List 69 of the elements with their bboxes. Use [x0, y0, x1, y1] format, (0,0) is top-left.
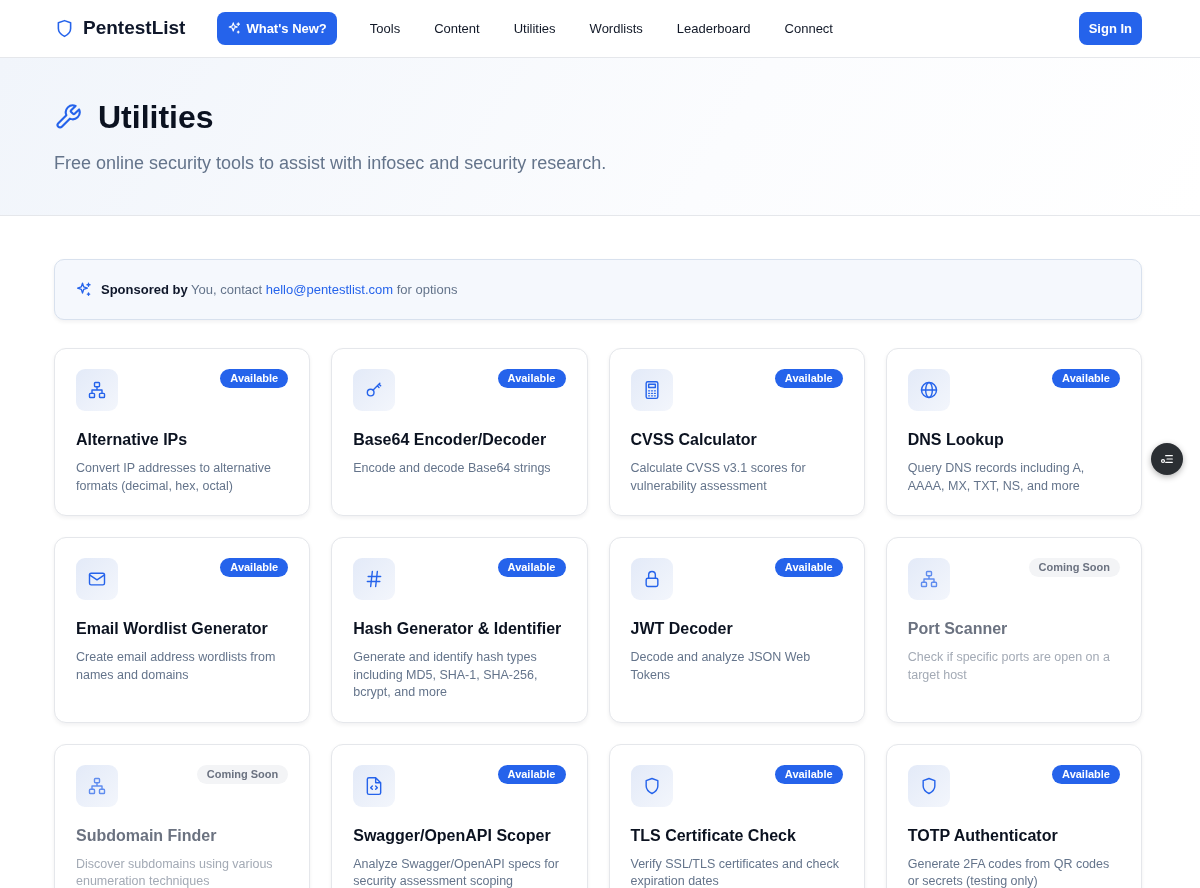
tool-title: CVSS Calculator	[630, 430, 758, 450]
status-badge: Coming Soon	[1028, 558, 1120, 577]
page-subtitle: Free online security tools to assist with infosec and security research.	[54, 152, 608, 176]
sparkle-icon	[75, 280, 93, 299]
globe-icon	[918, 380, 939, 400]
tool-title: Subdomain Finder	[76, 825, 218, 846]
tool-card[interactable]: Available TLS Certificate Check Verify SSL/TLS certificates and check expiration dates	[608, 743, 865, 888]
status-badge: Available	[774, 369, 843, 388]
sparkle-icon	[227, 21, 243, 36]
tool-title: DNS Lookup	[907, 430, 1005, 450]
status-badge: Available	[497, 764, 566, 784]
nav-link[interactable]: Tools	[352, 18, 418, 39]
tool-card[interactable]: Available CVSS Calculator Calculate CVSS v3.1 scores for vulnerability assessment	[608, 348, 865, 516]
network-icon	[87, 775, 107, 796]
tool-title: Email Wordlist Generator	[76, 619, 269, 639]
tool-description: Generate 2FA codes from QR codes or secrets (testing only)	[907, 855, 1111, 888]
tool-title: Alternative IPs	[76, 430, 189, 450]
tool-description: Query DNS records including A, AAAA, MX, TXT, NS, and more	[907, 460, 1086, 495]
tool-card[interactable]: Available DNS Lookup Query DNS records including A, AAAA, MX, TXT, NS, and more	[885, 348, 1142, 516]
tool-description: Generate and identify hash types including MD5, SHA-1, SHA-256, bcrypt, and more	[353, 649, 539, 701]
nav-link[interactable]: Leaderboard	[659, 18, 768, 39]
tool-description: Calculate CVSS v3.1 scores for vulnerability assessment	[630, 460, 807, 495]
sign-in-button[interactable]: Sign In	[1078, 11, 1142, 46]
tool-card[interactable]: Available Alternative IPs Convert IP addresses to alternative formats (decimal, hex, octal)	[54, 348, 311, 516]
status-badge: Available	[1052, 764, 1120, 784]
network-icon	[87, 380, 107, 400]
nav-link[interactable]: Content	[417, 18, 497, 39]
tool-card[interactable]: Available JWT Decoder Decode and analyze JSON Web Tokens	[608, 537, 865, 723]
tool-title: Hash Generator & Identifier	[353, 619, 563, 639]
status-badge: Available	[220, 558, 289, 577]
status-badge: Available	[497, 558, 566, 577]
page-title: Utilities	[98, 98, 214, 137]
status-badge: Available	[774, 558, 843, 577]
tool-description: Decode and analyze JSON Web Tokens	[630, 649, 812, 684]
tool-card[interactable]: Available Swagger/OpenAPI Scoper Analyze Swagger/OpenAPI specs for security assessment scoping	[331, 743, 588, 888]
tool-description: Create email address wordlists from names and domains	[76, 649, 277, 684]
status-badge: Coming Soon	[196, 764, 289, 784]
sponsor-text: Sponsored by You, contact hello@pentestlist.com for options	[101, 280, 458, 299]
tool-card[interactable]: Coming Soon Subdomain Finder Discover subdomains using various enumeration techniques	[54, 743, 311, 888]
status-badge: Available	[774, 764, 843, 784]
tool-description: Encode and decode Base64 strings	[353, 460, 552, 477]
nav-link[interactable]: Wordlists	[572, 18, 660, 39]
envelope-icon	[87, 569, 107, 589]
tool-card[interactable]: Available Base64 Encoder/Decoder Encode and decode Base64 strings	[331, 348, 588, 516]
tool-description: Discover subdomains using various enumeration techniques	[76, 855, 274, 888]
brand-name[interactable]: PentestList	[83, 14, 186, 43]
network-icon	[918, 569, 939, 589]
tool-card[interactable]: Available Hash Generator & Identifier Generate and identify hash types including MD5, SHA-1, SHA-256, bcrypt, and more	[331, 537, 588, 723]
tool-card[interactable]: Coming Soon Port Scanner Check if specific ports are open on a target host	[885, 537, 1142, 723]
status-badge: Available	[1052, 369, 1120, 388]
tool-description: Analyze Swagger/OpenAPI specs for security assessment scoping	[353, 855, 560, 888]
tool-title: JWT Decoder	[630, 619, 734, 639]
tool-description: Check if specific ports are open on a target host	[907, 649, 1111, 684]
tool-description: Verify SSL/TLS certificates and check expiration dates	[630, 855, 840, 888]
tool-title: Port Scanner	[907, 619, 1009, 639]
tool-description: Convert IP addresses to alternative formats (decimal, hex, octal)	[76, 460, 272, 495]
status-badge: Available	[497, 369, 566, 388]
tool-title: TLS Certificate Check	[630, 825, 797, 846]
status-badge: Available	[220, 369, 289, 388]
tool-card[interactable]: Available TOTP Authenticator Generate 2FA codes from QR codes or secrets (testing only)	[885, 743, 1142, 888]
floating-menu-button[interactable]	[1151, 443, 1183, 475]
tool-card[interactable]: Available Email Wordlist Generator Create email address wordlists from names and domains	[54, 537, 311, 723]
email-link[interactable]: hello@pentestlist.com	[265, 281, 394, 297]
nav-link[interactable]: Connect	[767, 18, 850, 39]
whats-new-button[interactable]: What's New?	[217, 11, 337, 46]
tool-title: Base64 Encoder/Decoder	[353, 430, 548, 450]
tool-title: TOTP Authenticator	[907, 825, 1059, 846]
tool-title: Swagger/OpenAPI Scoper	[353, 825, 552, 846]
nav-link[interactable]: Utilities	[496, 18, 573, 39]
